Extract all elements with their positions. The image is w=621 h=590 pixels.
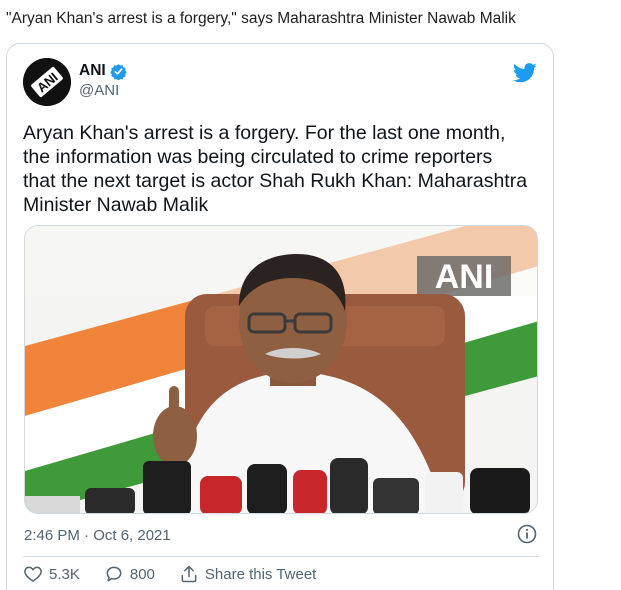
like-button[interactable]: 5.3K (23, 564, 80, 584)
reply-icon (106, 566, 122, 582)
share-icon (181, 565, 197, 583)
handle[interactable]: @ANI (79, 82, 127, 99)
divider (23, 556, 539, 557)
reply-count: 800 (129, 565, 155, 583)
like-count: 5.3K (49, 565, 80, 583)
tweet-timestamp[interactable]: 2:46 PM · Oct 6, 2021 (24, 527, 171, 544)
tweet-actions: 5.3K 800 Share this Tweet (23, 564, 340, 584)
media-watermark: ANI (435, 258, 494, 296)
share-button[interactable]: Share this Tweet (179, 564, 316, 584)
tweet-header: ANI ANI @ANI (23, 58, 539, 106)
heart-icon (24, 566, 42, 582)
info-icon[interactable] (517, 524, 537, 544)
author-block: ANI @ANI (79, 62, 127, 99)
tweet-media-image[interactable]: ANI (24, 225, 538, 514)
reply-button[interactable]: 800 (104, 564, 155, 584)
avatar[interactable]: ANI (23, 58, 71, 106)
display-name[interactable]: ANI (79, 62, 106, 80)
tweet-card[interactable]: ANI ANI @ANI Aryan Khan's arrest is a fo… (6, 43, 554, 590)
share-label: Share this Tweet (204, 565, 317, 583)
tweet-text: Aryan Khan's arrest is a forgery. For th… (23, 122, 528, 216)
article-headline: "Aryan Khan's arrest is a forgery," says… (6, 10, 516, 27)
twitter-bird-icon[interactable] (512, 62, 537, 84)
verified-badge-icon (109, 63, 127, 80)
